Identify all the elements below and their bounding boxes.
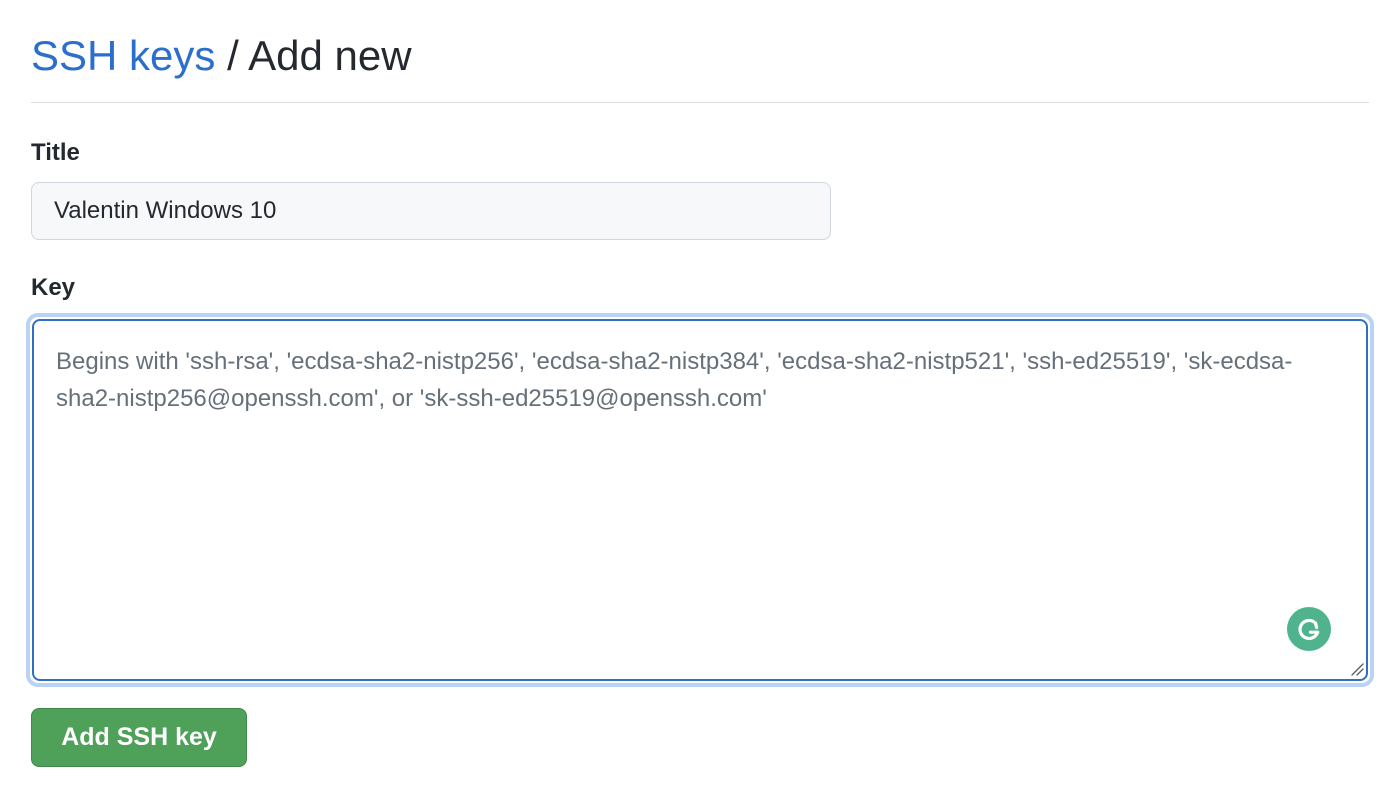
grammarly-icon[interactable] [1287, 607, 1331, 651]
title-label: Title [31, 139, 80, 166]
grammarly-g-glyph-icon [1298, 618, 1320, 641]
header-divider [31, 102, 1369, 103]
key-label: Key [31, 274, 76, 301]
breadcrumb-current: Add new [248, 32, 412, 79]
title-input[interactable] [31, 182, 831, 240]
key-textarea-focus-ring [26, 313, 1374, 687]
key-textarea[interactable] [32, 319, 1368, 681]
breadcrumb-separator: / [227, 32, 239, 79]
resize-handle-icon[interactable] [1350, 662, 1364, 676]
add-ssh-key-button[interactable]: Add SSH key [31, 708, 247, 767]
breadcrumb-ssh-keys-link[interactable]: SSH keys [31, 32, 215, 79]
page-title: SSH keys / Add new [31, 28, 412, 84]
